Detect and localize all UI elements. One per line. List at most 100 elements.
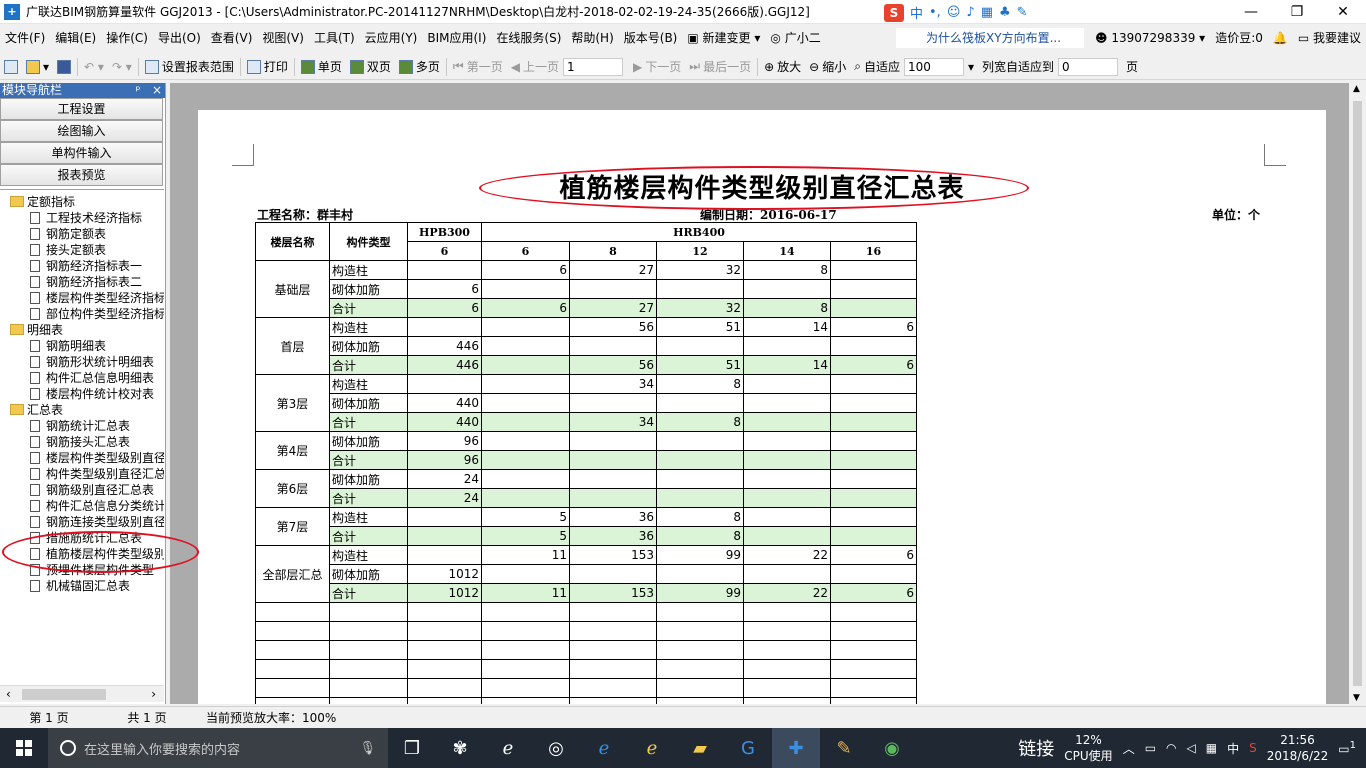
tree-report-item[interactable]: 钢筋定额表 (30, 226, 106, 242)
wrench-icon[interactable]: ✎ (1017, 5, 1028, 20)
zoom-in-button[interactable]: ⊕ 放大 (760, 56, 805, 78)
sogou-tray-icon[interactable]: S (1249, 741, 1257, 755)
set-report-range-button[interactable]: 设置报表范围 (141, 56, 238, 78)
ie-icon[interactable]: ℯ (628, 728, 676, 768)
tree-report-item[interactable]: 构件汇总信息明细表 (30, 370, 154, 386)
tree-report-item[interactable]: 部位构件类型经济指标 (30, 306, 164, 322)
fit-button[interactable]: ⌕ 自适应 (850, 56, 904, 78)
tree-report-item[interactable]: 接头定额表 (30, 242, 106, 258)
print-button[interactable]: 打印 (243, 56, 292, 78)
clock[interactable]: 21:56 2018/6/22 (1267, 732, 1329, 764)
menu-cloud[interactable]: 云应用(Y) (360, 26, 423, 50)
scroll-thumb[interactable] (22, 689, 106, 700)
keyboard-icon[interactable]: ▦ (1206, 741, 1217, 755)
tree-report-item[interactable]: 机械锚固汇总表 (30, 578, 130, 594)
edge-icon[interactable]: ℯ (580, 728, 628, 768)
file-explorer-icon[interactable]: ▰ (676, 728, 724, 768)
nav-report-preview[interactable]: 报表预览 (0, 164, 163, 186)
battery-icon[interactable]: ▭ (1145, 741, 1156, 755)
tree-report-item[interactable]: 钢筋明细表 (30, 338, 106, 354)
skin-icon[interactable]: ♣ (999, 5, 1011, 20)
next-page-button[interactable]: ▶ 下一页 (629, 56, 685, 78)
menu-version[interactable]: 版本号(B) (619, 26, 683, 50)
task-view-icon[interactable]: ❐ (388, 728, 436, 768)
tree-report-item[interactable]: 钢筋经济指标表一 (30, 258, 142, 274)
bell-icon[interactable]: 🔔 (1268, 26, 1293, 50)
menu-online[interactable]: 在线服务(S) (491, 26, 566, 50)
nav-drawing-input[interactable]: 绘图输入 (0, 120, 163, 142)
tree-report-item[interactable]: 植筋楼层构件类型级别 (30, 546, 164, 562)
swirl-app-icon[interactable]: ◎ (532, 728, 580, 768)
restore-button[interactable]: ❐ (1274, 0, 1320, 24)
minimize-button[interactable]: — (1228, 0, 1274, 24)
menu-bim[interactable]: BIM应用(I) (422, 26, 491, 50)
tree-report-item[interactable]: 构件汇总信息分类统计 (30, 498, 164, 514)
vscroll-thumb[interactable] (1353, 101, 1362, 686)
tree-report-item[interactable]: 预埋件楼层构件类型 (30, 562, 154, 578)
notice-ticker[interactable]: 为什么筏板XY方向布置... (896, 28, 1085, 48)
punctuation-icon[interactable]: •, (929, 5, 941, 20)
scroll-left-icon[interactable]: ‹ (6, 687, 11, 701)
tree-report-item[interactable]: 楼层构件统计校对表 (30, 386, 154, 402)
ime-mode[interactable]: 中 (910, 3, 923, 22)
mic-icon[interactable]: ♪ (966, 5, 974, 20)
undo-button[interactable]: ↶ ▾ (80, 56, 108, 78)
menu-window-view[interactable]: 视图(V) (257, 26, 309, 50)
scroll-up-icon[interactable]: ▲ (1353, 84, 1360, 94)
nav-project-settings[interactable]: 工程设置 (0, 98, 163, 120)
sogou-icon[interactable]: S (884, 3, 904, 22)
tree-report-item[interactable]: 工程技术经济指标 (30, 210, 142, 226)
zoom-select[interactable]: 100 (903, 57, 964, 76)
column-fit-input[interactable]: 0 (1058, 57, 1119, 76)
menu-tools[interactable]: 工具(T) (309, 26, 360, 50)
nav-single-component-input[interactable]: 单构件输入 (0, 142, 163, 164)
open-file-button[interactable]: ▾ (22, 56, 53, 78)
glodon-g-icon[interactable]: G (724, 728, 772, 768)
scroll-right-icon[interactable]: › (151, 687, 156, 701)
tree-folder[interactable]: 定额指标 (10, 194, 75, 210)
tree-folder[interactable]: 汇总表 (10, 402, 63, 418)
zoom-dropdown-icon[interactable]: ▾ (964, 56, 978, 78)
menu-export[interactable]: 导出(O) (153, 26, 206, 50)
first-page-button[interactable]: ⏮ 第一页 (449, 56, 507, 78)
menu-edit[interactable]: 编辑(E) (50, 26, 101, 50)
ie-legacy-icon[interactable]: ℯ (484, 728, 532, 768)
menu-operate[interactable]: 操作(C) (101, 26, 153, 50)
preview-vscrollbar[interactable]: ▲ ▼ (1349, 83, 1366, 704)
fan-app-icon[interactable]: ✾ (436, 728, 484, 768)
guide-menu[interactable]: ◎ 广小二 (765, 26, 825, 50)
suggest-button[interactable]: ▭ 我要建议 (1293, 26, 1366, 50)
tree-report-item[interactable]: 钢筋级别直径汇总表 (30, 482, 154, 498)
new-change-menu[interactable]: ▣ 新建变更 ▾ (682, 26, 765, 50)
zoom-out-button[interactable]: ⊖ 缩小 (805, 56, 850, 78)
notes-app-icon[interactable]: ✎ (820, 728, 868, 768)
start-button[interactable] (0, 728, 48, 768)
menu-help[interactable]: 帮助(H) (566, 26, 618, 50)
page-number-input[interactable]: 1 (563, 57, 623, 76)
tree-report-item[interactable]: 钢筋形状统计明细表 (30, 354, 154, 370)
chevron-up-icon[interactable]: ︿ (1123, 740, 1135, 757)
menu-view[interactable]: 查看(V) (206, 26, 258, 50)
prev-page-button[interactable]: ◀ 上一页 (507, 56, 563, 78)
tree-report-item[interactable]: 构件类型级别直径汇总 (30, 466, 164, 482)
ggj-app-icon[interactable]: ✚ (772, 728, 820, 768)
tree-report-item[interactable]: 钢筋经济指标表二 (30, 274, 142, 290)
user-account[interactable]: ☻ 13907298339 ▾ (1090, 26, 1210, 50)
scroll-down-icon[interactable]: ▼ (1353, 693, 1360, 703)
input-language[interactable]: 中 (1227, 740, 1239, 757)
keyboard-icon[interactable]: ▦ (981, 5, 993, 20)
single-page-button[interactable]: 单页 (297, 56, 346, 78)
redo-button[interactable]: ↷ ▾ (108, 56, 136, 78)
mic-icon[interactable]: 🎙 (359, 741, 376, 756)
tree-report-item[interactable]: 钢筋统计汇总表 (30, 418, 130, 434)
ime-toolbar[interactable]: S 中 •, ☺ ♪ ▦ ♣ ✎ (884, 3, 1028, 22)
tree-report-item[interactable]: 楼层构件类型经济指标 (30, 290, 164, 306)
emoji-icon[interactable]: ☺ (947, 5, 961, 20)
notification-icon[interactable]: ▭1 (1338, 740, 1356, 756)
taskbar-search[interactable]: 在这里输入你要搜索的内容 🎙 (48, 728, 388, 768)
wifi-icon[interactable]: ◠ (1166, 741, 1176, 755)
menu-file[interactable]: 文件(F) (0, 26, 50, 50)
cost-bean[interactable]: 造价豆:0 (1210, 26, 1268, 50)
tree-hscrollbar[interactable]: ‹ › (0, 685, 164, 702)
close-button[interactable]: ✕ (1320, 0, 1366, 24)
